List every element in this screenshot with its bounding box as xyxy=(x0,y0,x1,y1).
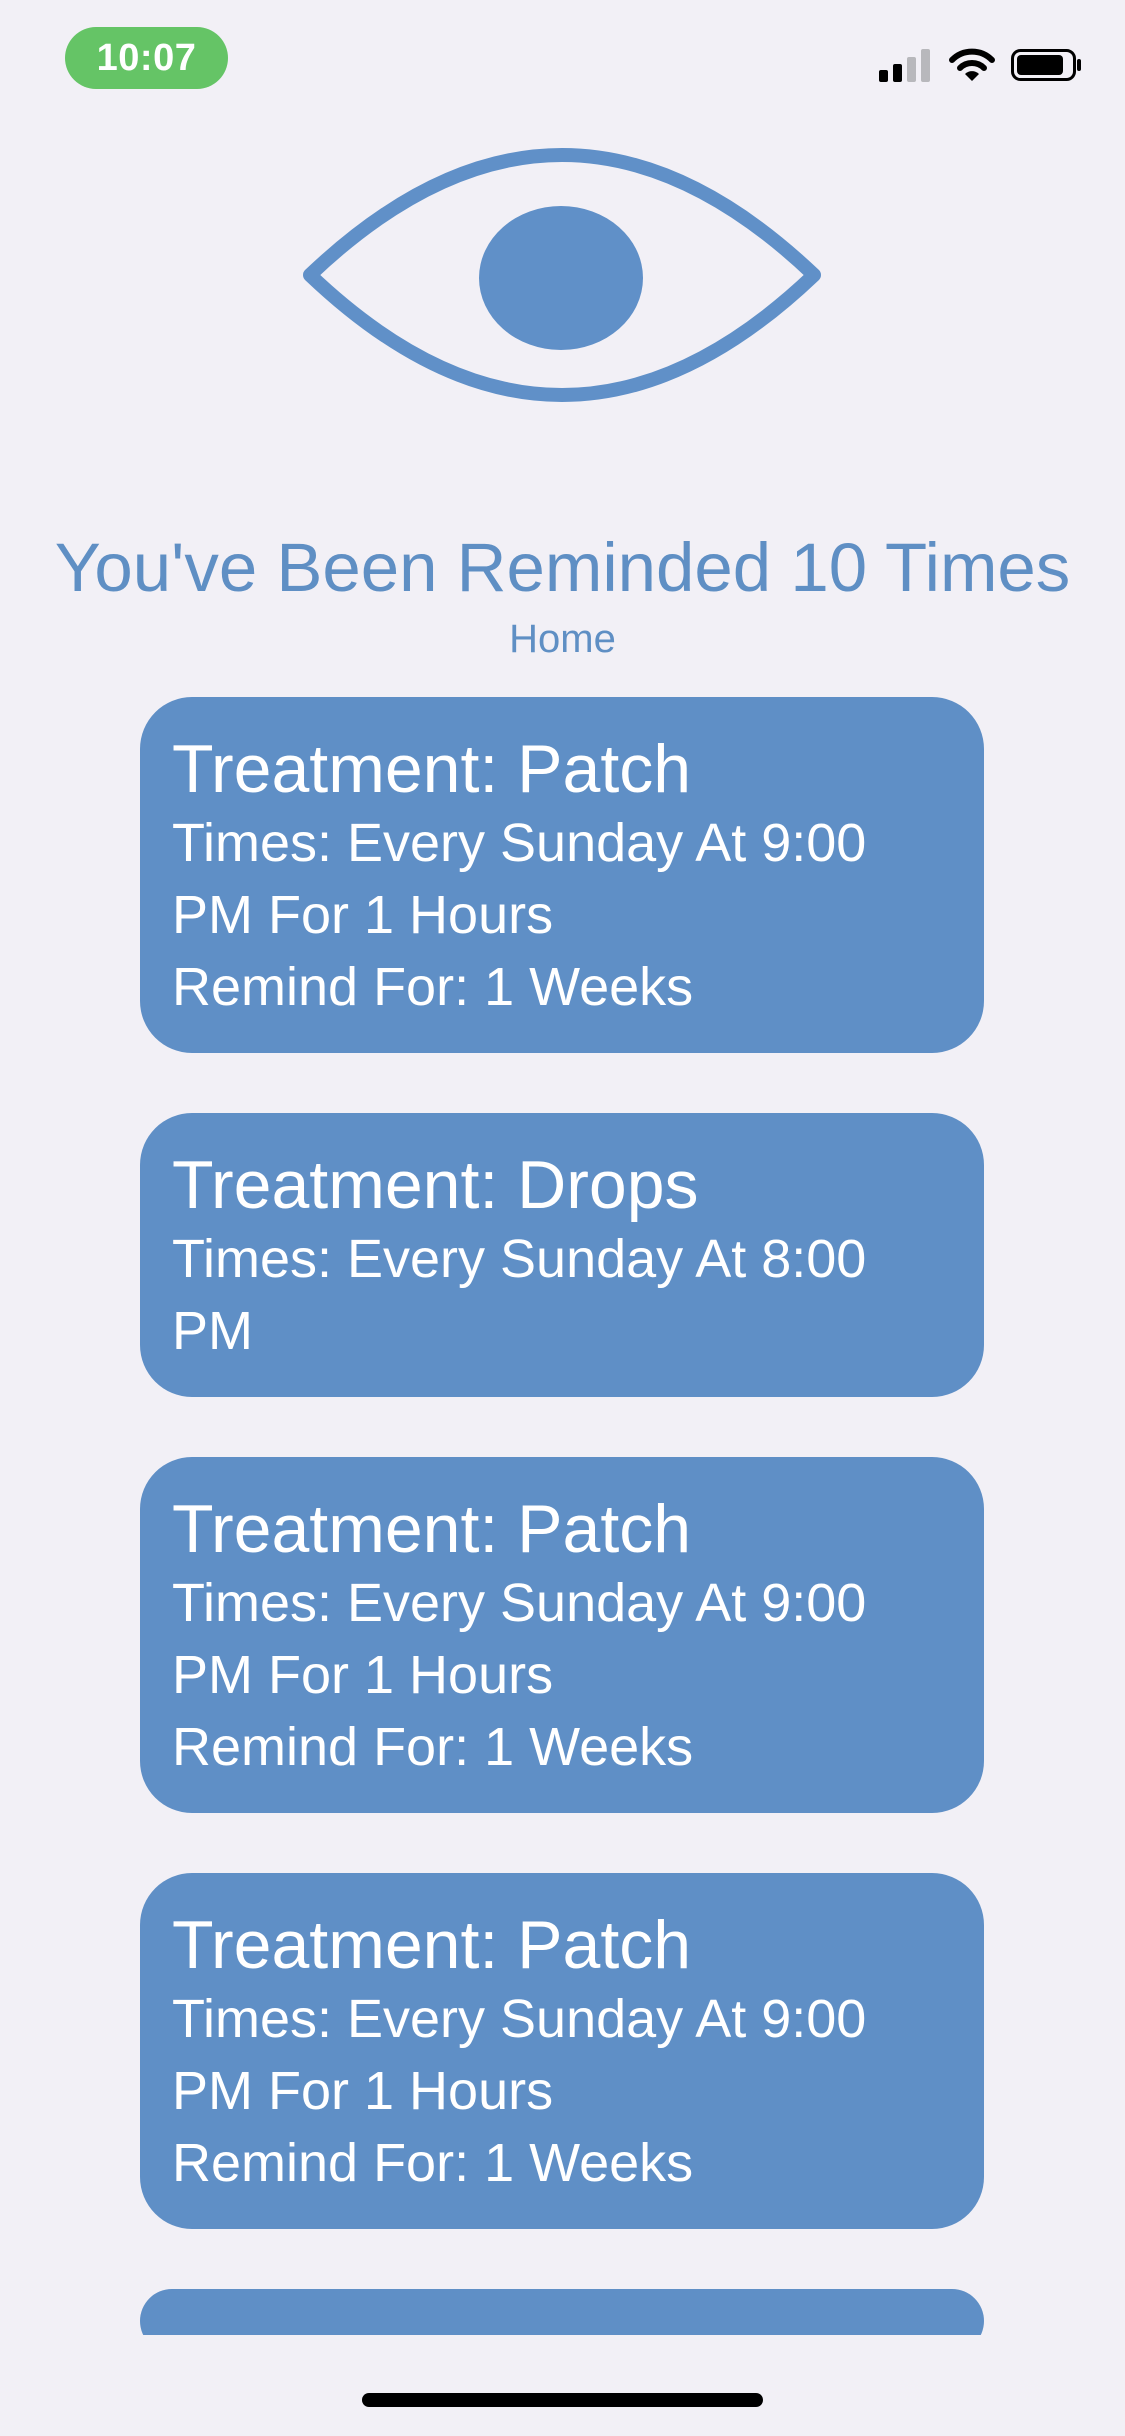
reminder-list[interactable]: Treatment: Patch Times: Every Sunday At … xyxy=(140,697,984,2335)
eye-icon xyxy=(303,148,821,402)
reminder-card[interactable]: Treatment: Patch Times: Every Sunday At … xyxy=(140,1873,984,2229)
treatment-times: Times: Every Sunday At 9:00 PM For 1 Hou… xyxy=(172,1573,867,1705)
treatment-title: Treatment: Drops xyxy=(172,1147,699,1223)
treatment-title: Treatment: Patch xyxy=(172,731,692,807)
battery-icon xyxy=(1011,49,1081,81)
treatment-title: Treatment: Patch xyxy=(172,1907,692,1983)
cellular-signal-icon xyxy=(879,49,930,82)
home-indicator[interactable] xyxy=(362,2393,763,2407)
treatment-times: Times: Every Sunday At 8:00 PM xyxy=(172,1229,867,1361)
treatment-remind-for: Remind For: 1 Weeks xyxy=(172,2133,694,2193)
wifi-icon xyxy=(949,48,995,81)
treatment-remind-for: Remind For: 1 Weeks xyxy=(172,957,694,1017)
treatment-title: Treatment: Patch xyxy=(172,1491,692,1567)
status-icons xyxy=(879,48,1083,82)
reminder-card[interactable]: Treatment: Patch Times: Every Sunday At … xyxy=(140,697,984,1053)
reminder-count-headline: You've Been Reminded 10 Times xyxy=(54,529,1071,606)
treatment-times: Times: Every Sunday At 9:00 PM For 1 Hou… xyxy=(172,1989,867,2121)
reminder-card[interactable] xyxy=(140,2289,984,2335)
reminder-card[interactable]: Treatment: Drops Times: Every Sunday At … xyxy=(140,1113,984,1397)
treatment-times: Times: Every Sunday At 9:00 PM For 1 Hou… xyxy=(172,813,867,945)
status-time: 10:07 xyxy=(65,27,228,89)
page-subtitle: Home xyxy=(509,617,616,661)
treatment-remind-for: Remind For: 1 Weeks xyxy=(172,1717,694,1777)
reminder-card[interactable]: Treatment: Patch Times: Every Sunday At … xyxy=(140,1457,984,1813)
